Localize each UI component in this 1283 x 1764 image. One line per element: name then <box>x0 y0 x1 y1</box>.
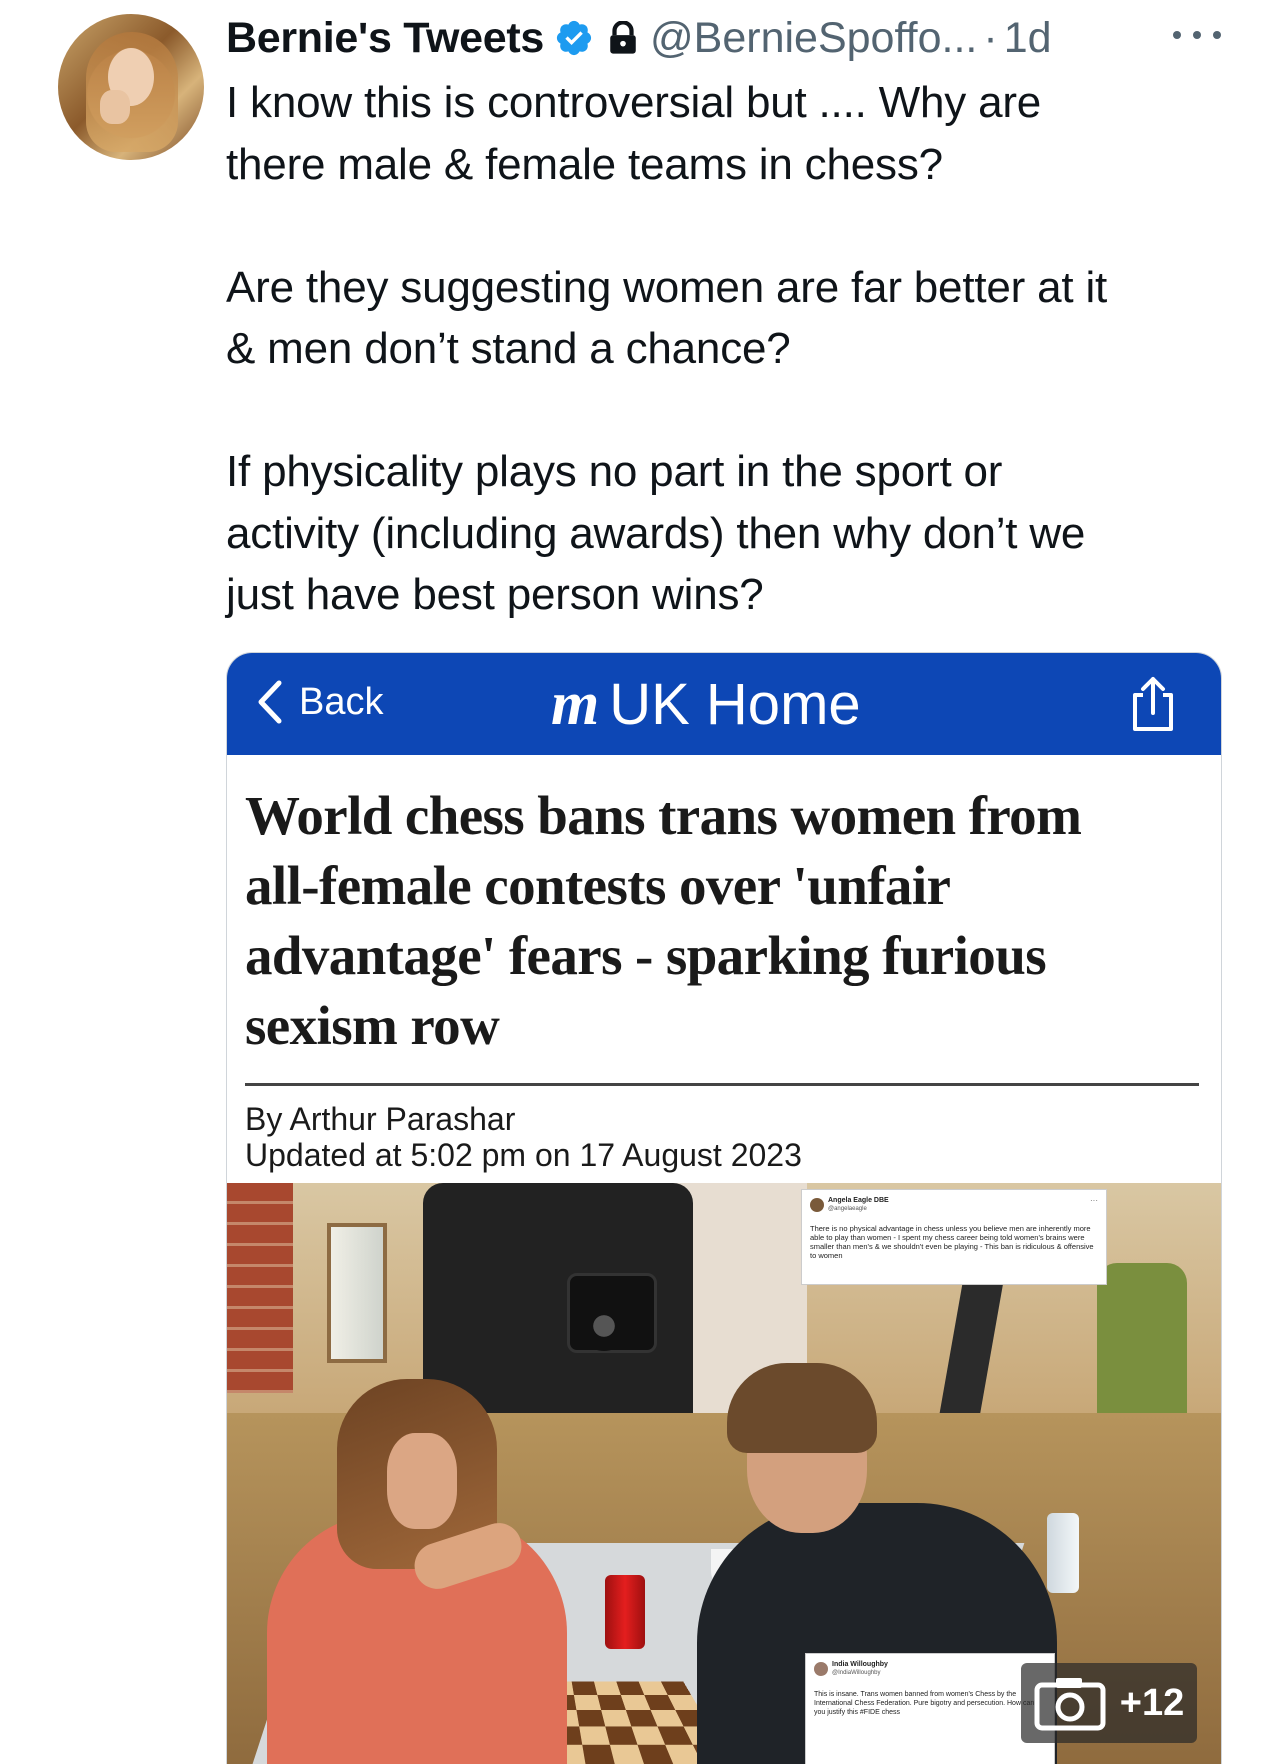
tweet-line: & men don’t stand a chance? <box>226 324 791 373</box>
embedded-text: This is insane. Trans women banned from … <box>814 1691 1035 1716</box>
separator: · <box>983 13 998 62</box>
tweet-line: I know this is controversial but .... Wh… <box>226 78 1042 127</box>
embedded-text: There is no physical advantage in chess … <box>810 1224 1094 1260</box>
lock-icon <box>610 21 636 54</box>
photo-player-left-face <box>387 1433 457 1529</box>
gallery-count: +12 <box>1119 1681 1185 1724</box>
embedded-more-icon: ··· <box>1090 1196 1098 1205</box>
author-avatar[interactable] <box>58 14 204 160</box>
photo-window <box>327 1223 387 1363</box>
back-button[interactable]: Back <box>255 679 383 725</box>
photo-player-right-hair <box>727 1363 877 1453</box>
embedded-handle: @IndiaWilloughby <box>832 1670 881 1676</box>
photo-lens <box>579 1301 629 1351</box>
embedded-name: India Willoughby <box>832 1661 888 1668</box>
tweet-line: activity (including awards) then why don… <box>226 508 1086 558</box>
tweet: Bernie's Tweets @BernieSpoffo... · 1d I … <box>0 0 1283 1764</box>
tweet-text: I know this is controversial but .... Wh… <box>226 72 1236 626</box>
article-updated: Updated at 5:02 pm on 17 August 2023 <box>245 1137 802 1173</box>
logo-text: UK Home <box>609 672 861 737</box>
embedded-name: Angela Eagle DBE <box>828 1197 889 1204</box>
headline-line: all-female contests over 'unfair <box>245 855 951 916</box>
back-label: Back <box>299 680 384 723</box>
photo-bottle <box>1047 1513 1079 1593</box>
avatar-hand <box>100 90 130 124</box>
gallery-button[interactable]: +12 <box>1021 1663 1197 1743</box>
photo-bricks <box>227 1183 293 1393</box>
tweet-header: Bernie's Tweets @BernieSpoffo... · 1d <box>226 10 1052 66</box>
display-name[interactable]: Bernie's Tweets <box>226 14 544 63</box>
tweet-line: there male & female teams in chess? <box>226 139 943 189</box>
embedded-avatar <box>810 1198 824 1212</box>
tweet-line: just have best person wins? <box>226 570 764 619</box>
site-logo[interactable]: m UK Home <box>551 669 861 740</box>
headline-line: sexism row <box>245 995 500 1056</box>
divider <box>245 1083 1199 1086</box>
headline-line: World chess bans trans women from <box>245 785 1082 846</box>
tweet-line: If physicality plays no part in the spor… <box>226 447 1003 496</box>
tweet-line: Are they suggesting women are far better… <box>226 262 1108 312</box>
chevron-left-icon <box>258 680 282 724</box>
headline-line: advantage' fears - sparking furious <box>245 925 1047 986</box>
author-handle[interactable]: @BernieSpoffo... <box>650 14 977 63</box>
more-dots-icon[interactable] <box>1170 28 1224 42</box>
article-headline: World chess bans trans women from all-fe… <box>245 781 1205 1061</box>
timestamp[interactable]: 1d <box>1004 14 1052 63</box>
logo-mark: m <box>551 670 599 738</box>
article-byline: By Arthur Parashar <box>245 1101 516 1137</box>
article-navbar: Back m UK Home <box>227 653 1221 755</box>
article-photo[interactable]: Angela Eagle DBE @angelaeagle ··· There … <box>227 1183 1221 1764</box>
embedded-handle: @angelaeagle <box>828 1206 867 1212</box>
share-icon[interactable] <box>1127 675 1179 733</box>
camera-icon <box>1034 1678 1106 1731</box>
photo-soda-can <box>605 1575 645 1649</box>
verified-badge-icon <box>556 20 592 56</box>
embedded-tweet: India Willoughby @IndiaWilloughby This i… <box>805 1653 1055 1764</box>
embedded-tweet: Angela Eagle DBE @angelaeagle ··· There … <box>801 1189 1107 1285</box>
embedded-avatar <box>814 1662 828 1676</box>
attached-screenshot[interactable]: Back m UK Home World chess bans trans wo… <box>226 652 1222 1764</box>
